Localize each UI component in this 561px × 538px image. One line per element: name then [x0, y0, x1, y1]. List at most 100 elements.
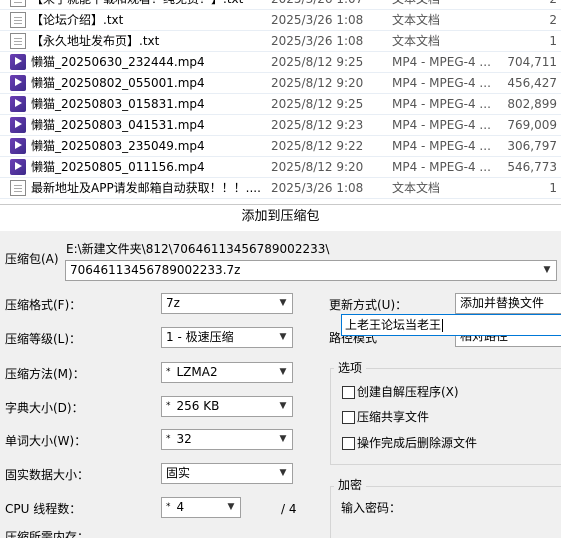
solid-select[interactable]: 固实 ▼ [161, 463, 293, 484]
file-date: 2025/8/12 9:25 [271, 97, 364, 111]
file-size: 1 [549, 34, 557, 48]
file-name: 懒猫_20250803_041531.mp4 [31, 118, 205, 132]
method-value: LZMA2 [176, 365, 218, 379]
file-size: 1 [549, 181, 557, 195]
file-type: 文本文档 [392, 0, 492, 7]
shared-files-label[interactable]: 压缩共享文件 [357, 409, 429, 425]
chevron-down-icon[interactable]: ▼ [224, 500, 238, 515]
file-type: MP4 - MPEG-4 ... [392, 139, 491, 153]
file-date: 2025/3/26 1:08 [271, 13, 364, 27]
file-type: 文本文档 [392, 34, 441, 48]
method-select[interactable]: * LZMA2 ▼ [161, 362, 293, 383]
word-value: 32 [176, 432, 192, 446]
file-row[interactable]: 懒猫_20250630_232444.mp4 2025/8/12 9:25 MP4 … [0, 52, 561, 73]
file-row[interactable]: 懒猫_20250803_041531.mp4 2025/8/12 9:23 MP4 … [0, 115, 561, 136]
chevron-down-icon[interactable]: ▼ [276, 432, 290, 447]
word-select[interactable]: * 32 ▼ [161, 429, 293, 450]
txt-file-icon [10, 180, 26, 196]
file-size: 2 [487, 0, 557, 7]
archive-name-value: 70646113456789002233.7z [70, 263, 241, 277]
update-select[interactable]: 添加并替换文件 [455, 293, 561, 314]
options-title: 选项 [334, 361, 367, 375]
file-name: 懒猫_20250630_232444.mp4 [31, 55, 205, 69]
file-row[interactable]: 懒猫_20250802_055001.mp4 2025/8/12 9:20 MP4 … [0, 73, 561, 94]
file-name: 懒猫_20250805_011156.mp4 [31, 160, 205, 174]
mp4-file-icon [10, 54, 26, 70]
file-date: 2025/8/12 9:22 [271, 139, 364, 153]
file-name: 【论坛介绍】.txt [31, 13, 124, 27]
file-date: 2025/8/12 9:20 [271, 160, 364, 174]
file-name: 懒猫_20250802_055001.mp4 [31, 76, 205, 90]
file-date: 2025/8/12 9:20 [271, 76, 364, 90]
star-icon: * [166, 401, 171, 411]
format-value: 7z [166, 296, 180, 310]
archive-name-combo[interactable]: 70646113456789002233.7z ▼ [65, 260, 557, 281]
chevron-down-icon[interactable]: ▼ [276, 296, 290, 311]
dict-label: 字典大小(D)： [5, 401, 84, 415]
threads-label: CPU 线程数： [5, 502, 82, 516]
update-value: 添加并替换文件 [460, 296, 545, 310]
file-type: MP4 - MPEG-4 ... [392, 160, 491, 174]
file-type: MP4 - MPEG-4 ... [392, 55, 491, 69]
sfx-label[interactable]: 创建自解压程序(X) [357, 384, 459, 400]
level-select[interactable]: 1 - 极速压缩 ▼ [161, 327, 293, 348]
file-row[interactable]: 最新地址及APP请发邮箱自动获取！！！.... 2025/3/26 1:08 文本文… [0, 178, 561, 199]
file-list[interactable]: 【来了就能下载和观看！纯免费！】.txt2025/3/26 1:07文本文档2【… [0, 0, 561, 204]
threads-select[interactable]: * 4 ▼ [161, 497, 241, 518]
txt-file-icon [10, 33, 26, 49]
solid-value: 固实 [166, 466, 191, 480]
file-size: 306,797 [507, 139, 557, 153]
file-name: 【永久地址发布页】.txt [31, 34, 160, 48]
file-type: MP4 - MPEG-4 ... [392, 118, 491, 132]
password-input[interactable]: 上老王论坛当老王 [341, 314, 561, 336]
dict-select[interactable]: * 256 KB ▼ [161, 396, 293, 417]
threads-total: / 4 [281, 502, 297, 516]
archive-path: E:\新建文件夹\812\70646113456789002233\ [66, 242, 330, 256]
file-date: 2025/3/26 1:08 [271, 34, 364, 48]
file-date: 2025/8/12 9:25 [271, 55, 364, 69]
chevron-down-icon[interactable]: ▼ [276, 365, 290, 380]
chevron-down-icon[interactable]: ▼ [276, 330, 290, 345]
mp4-file-icon [10, 138, 26, 154]
file-row[interactable]: 【来了就能下载和观看！纯免费！】.txt 2025/3/26 1:07 文本文档2 [0, 0, 561, 10]
file-row[interactable]: 懒猫_20250803_015831.mp4 2025/8/12 9:25 MP4 … [0, 94, 561, 115]
threads-value: 4 [176, 500, 185, 514]
text-caret [442, 319, 444, 332]
format-select[interactable]: 7z ▼ [161, 293, 293, 314]
add-to-archive-dialog: 添加到压缩包 压缩包(A) E:\新建文件夹\812\7064611345678… [0, 204, 561, 538]
shared-files-checkbox[interactable] [342, 411, 355, 424]
archive-label: 压缩包(A) [5, 252, 59, 266]
file-size: 802,899 [507, 97, 557, 111]
txt-file-icon [10, 0, 26, 7]
file-type: 文本文档 [392, 13, 441, 27]
password-label: 输入密码： [341, 501, 402, 515]
file-size: 704,711 [507, 55, 557, 69]
file-type: 文本文档 [392, 181, 441, 195]
delete-source-checkbox[interactable] [342, 437, 355, 450]
delete-source-label[interactable]: 操作完成后删除源文件 [357, 435, 477, 451]
file-name: 【来了就能下载和观看！纯免费！】.txt [31, 0, 263, 7]
file-row[interactable]: 懒猫_20250805_011156.mp4 2025/8/12 9:20 MP4 … [0, 157, 561, 178]
level-label: 压缩等级(L)： [5, 332, 82, 346]
file-row[interactable]: 【永久地址发布页】.txt 2025/3/26 1:08 文本文档 1 [0, 31, 561, 52]
dialog-title: 添加到压缩包 [0, 205, 561, 231]
chevron-down-icon[interactable]: ▼ [276, 466, 290, 481]
file-row[interactable]: 懒猫_20250803_235049.mp4 2025/8/12 9:22 MP4 … [0, 136, 561, 157]
chevron-down-icon[interactable]: ▼ [540, 263, 554, 278]
file-name: 最新地址及APP请发邮箱自动获取！！！.... [31, 181, 261, 195]
dict-value: 256 KB [176, 399, 220, 413]
file-row[interactable]: 【论坛介绍】.txt 2025/3/26 1:08 文本文档 2 [0, 10, 561, 31]
star-icon: * [166, 367, 171, 377]
file-name: 懒猫_20250803_015831.mp4 [31, 97, 205, 111]
chevron-down-icon[interactable]: ▼ [276, 399, 290, 414]
sfx-checkbox[interactable] [342, 386, 355, 399]
file-name: 懒猫_20250803_235049.mp4 [31, 139, 205, 153]
update-label: 更新方式(U)： [329, 298, 408, 312]
file-date: 2025/3/26 1:07 [271, 0, 371, 7]
password-value: 上老王论坛当老王 [345, 318, 442, 332]
star-icon: * [166, 502, 171, 512]
mp4-file-icon [10, 159, 26, 175]
mp4-file-icon [10, 117, 26, 133]
file-date: 2025/3/26 1:08 [271, 181, 364, 195]
solid-label: 固实数据大小： [5, 468, 90, 482]
